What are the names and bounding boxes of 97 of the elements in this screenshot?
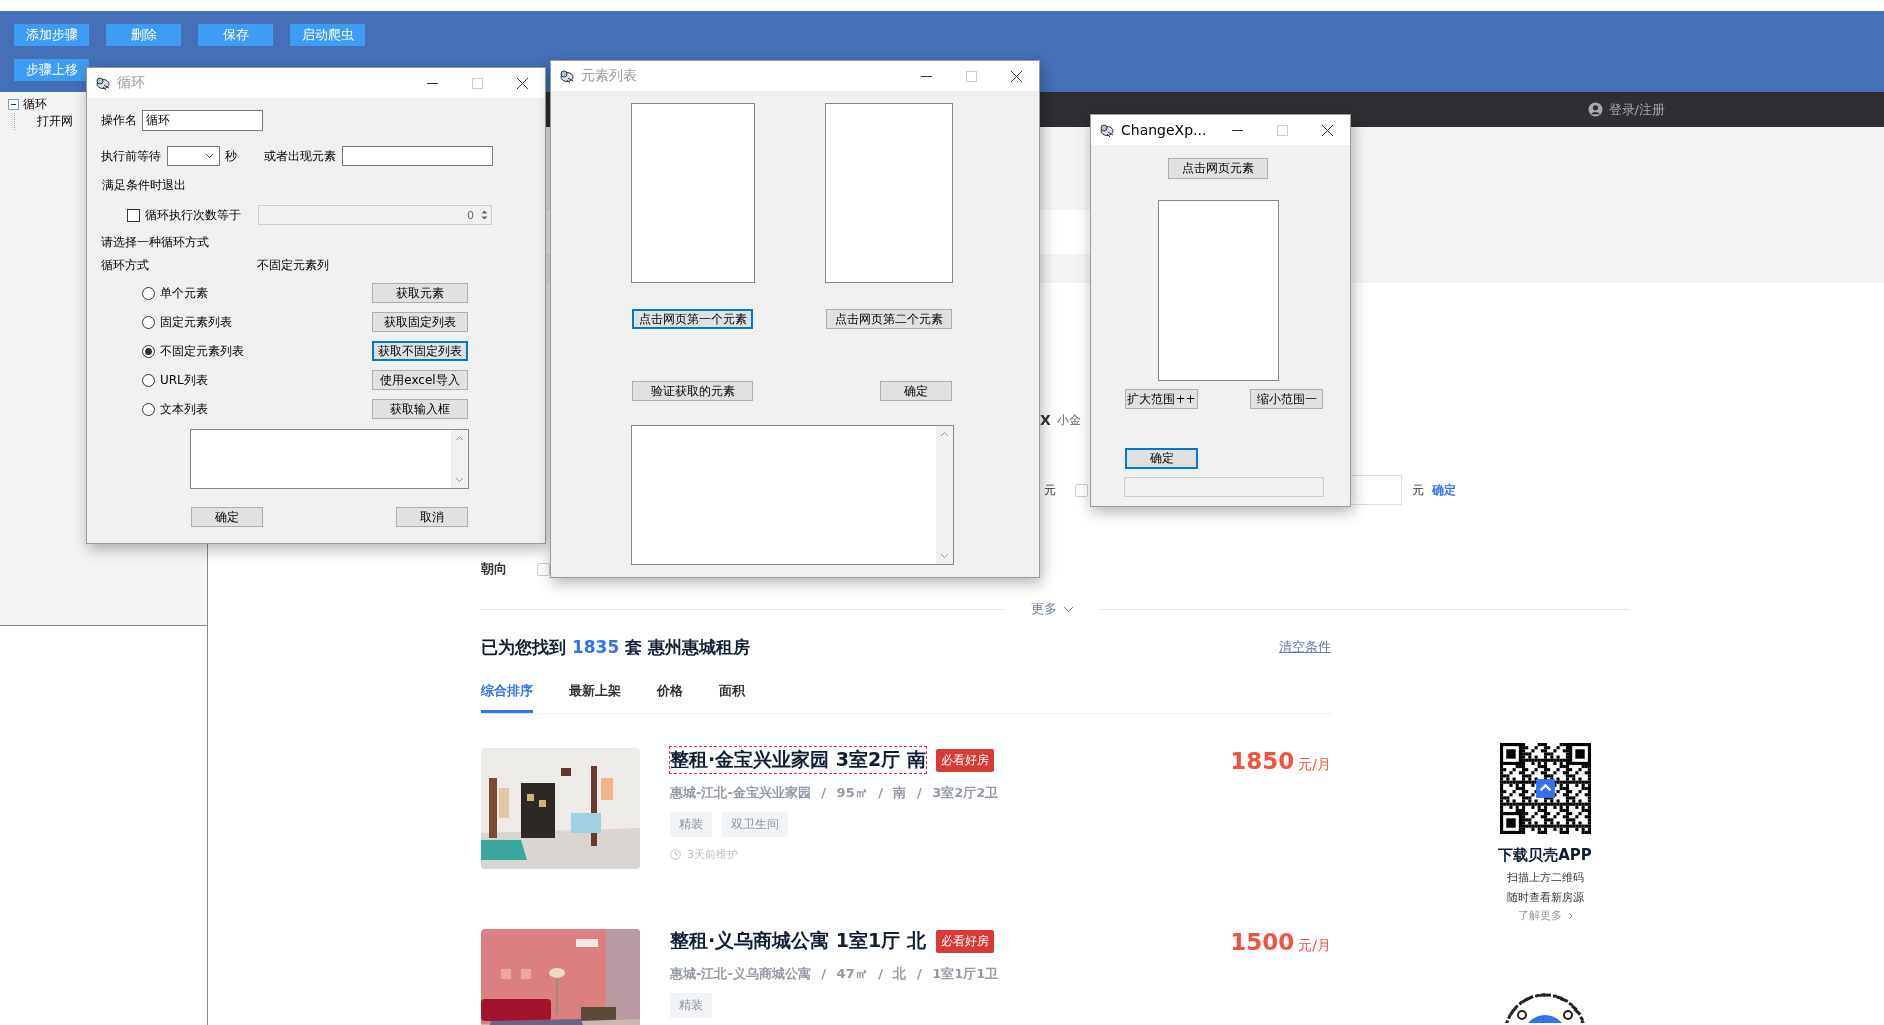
radio-button[interactable] [142,402,155,416]
field-label: 循环方式 [101,256,150,274]
app-icon [559,69,575,83]
login-link[interactable]: 登录/注册 [1608,100,1665,119]
radio-label: 单个元素 [160,284,209,302]
sort-tab[interactable]: 面积 [719,680,745,710]
dialog-button[interactable]: 获取输入框 [372,399,468,419]
promo-text: 随时查看新房源 [1506,890,1584,905]
tree-item[interactable]: 打开网 [37,113,73,130]
element-field[interactable] [342,146,493,166]
filter-option[interactable]: 小金 [1056,411,1081,429]
unit-label: 秒 [225,147,238,165]
radio-button[interactable] [142,315,155,329]
dialog-button[interactable]: 获取元素 [372,283,468,303]
sort-tab[interactable]: 最新上架 [569,680,621,710]
app-icon [95,76,111,90]
app-icon [1099,123,1115,137]
field-label: 执行前等待 [101,147,162,165]
badge: 必看好房 [935,929,994,953]
checkbox-label: 循环执行次数等于 [145,206,242,224]
radio-label: URL列表 [160,371,209,389]
radio-button[interactable] [142,344,155,358]
section-label: 请选择一种循环方式 [101,233,209,251]
text-area[interactable] [190,429,469,489]
radio-label: 不固定元素列表 [160,342,245,360]
name-field[interactable]: 循环 [142,110,263,131]
listing-details: 惠城-江北-义乌商城公寓 / 47㎡ / 北 / 1室1厅1卫 [670,965,1000,983]
price-unit: 元/月 [1298,756,1331,772]
tag: 双卫生间 [722,812,788,837]
scroll-up-icon[interactable] [940,431,949,437]
window-title: 循环 [117,74,145,92]
tree-item[interactable]: 循环 [23,96,47,113]
field-label: 操作名 [101,112,138,129]
radio-button[interactable] [142,373,155,387]
sort-tab[interactable]: 综合排序 [481,680,533,713]
sort-tab[interactable]: 价格 [657,680,683,710]
user-icon[interactable] [1587,102,1603,117]
dialog-button[interactable]: 扩大范围++ [1125,389,1198,409]
dialog-button[interactable]: 确定 [1125,448,1198,469]
collapse-icon[interactable] [8,99,19,110]
more-link[interactable]: 更多 [1031,600,1057,618]
close-icon[interactable] [517,77,528,89]
close-icon[interactable] [1322,124,1333,136]
dialog-button[interactable]: 确定 [880,381,952,401]
spinner-value: 0 [467,208,474,222]
unit-label: 元 [1412,481,1424,499]
dialog-button[interactable]: 点击网页第二个元素 [826,309,952,329]
dialog-button[interactable]: 验证获取的元素 [632,381,753,401]
scroll-up-icon[interactable] [455,435,464,441]
dialog-button[interactable]: 使用excel导入 [372,370,468,390]
dialog-button[interactable]: 取消 [396,507,468,527]
section-label: 满足条件时退出 [102,176,186,194]
clock-icon [670,849,681,860]
listing-details: 惠城-江北-金宝兴业家园 / 95㎡ / 南 / 3室2厅2卫 [670,784,1000,802]
unit-label: 元 [1044,481,1056,499]
dialog-button[interactable]: 点击网页元素 [1168,158,1268,179]
spinner-arrows-icon[interactable] [480,208,489,222]
radio-label: 文本列表 [160,400,209,418]
dialog-button[interactable]: 获取固定列表 [372,312,468,332]
dialog-button[interactable]: 缩小范围一 [1250,389,1323,409]
radio-button[interactable] [142,286,155,300]
wait-dropdown[interactable] [167,146,220,166]
filter-label: 朝向 [481,560,508,578]
listing-title[interactable]: 整租·义乌商城公寓 1室1厅 北 [670,928,926,954]
chevron-down-icon[interactable] [1063,605,1074,613]
count-spinner[interactable]: 0 [258,205,492,225]
promo-title: 下载贝壳APP [1498,846,1592,865]
window-title: ChangeXp... [1121,122,1207,138]
window-title: 元素列表 [581,67,637,85]
dropdown-icon [205,153,214,159]
qr-code-icon [1499,743,1591,834]
mode-value: 不固定元素列 [257,256,329,274]
text-area[interactable] [631,425,954,565]
field-label: 或者出现元素 [264,147,337,165]
close-icon[interactable] [1011,70,1022,82]
clear-filters-link[interactable]: 清空条件 [1279,638,1331,656]
remove-filter-icon[interactable]: X [1040,412,1051,428]
confirm-link[interactable]: 确定 [1432,481,1456,499]
tag: 精装 [670,993,712,1018]
scroll-down-icon[interactable] [455,477,464,483]
dialog-button[interactable]: 获取不固定列表 [372,341,468,361]
checkbox[interactable] [127,208,140,222]
badge: 必看好房 [935,748,994,772]
listing-title[interactable]: 整租·金宝兴业家园 3室2厅 南 [670,747,926,773]
dialog-button[interactable]: 确定 [191,507,263,527]
price-unit: 元/月 [1298,937,1331,953]
chevron-right-icon[interactable] [1567,911,1573,920]
promo-text: 扫描上方二维码 [1506,870,1584,885]
dialog-button[interactable]: 点击网页第一个元素 [632,309,753,329]
tag: 精装 [670,812,712,837]
scroll-down-icon[interactable] [940,553,949,559]
update-time: 3天前维护 [687,847,738,862]
price: 1500 [1230,929,1295,955]
results-heading: 已为您找到 1835 套 惠州惠城租房 [481,635,751,659]
xpath-field[interactable] [1124,477,1324,497]
price: 1850 [1230,748,1295,774]
radio-label: 固定元素列表 [160,313,233,331]
